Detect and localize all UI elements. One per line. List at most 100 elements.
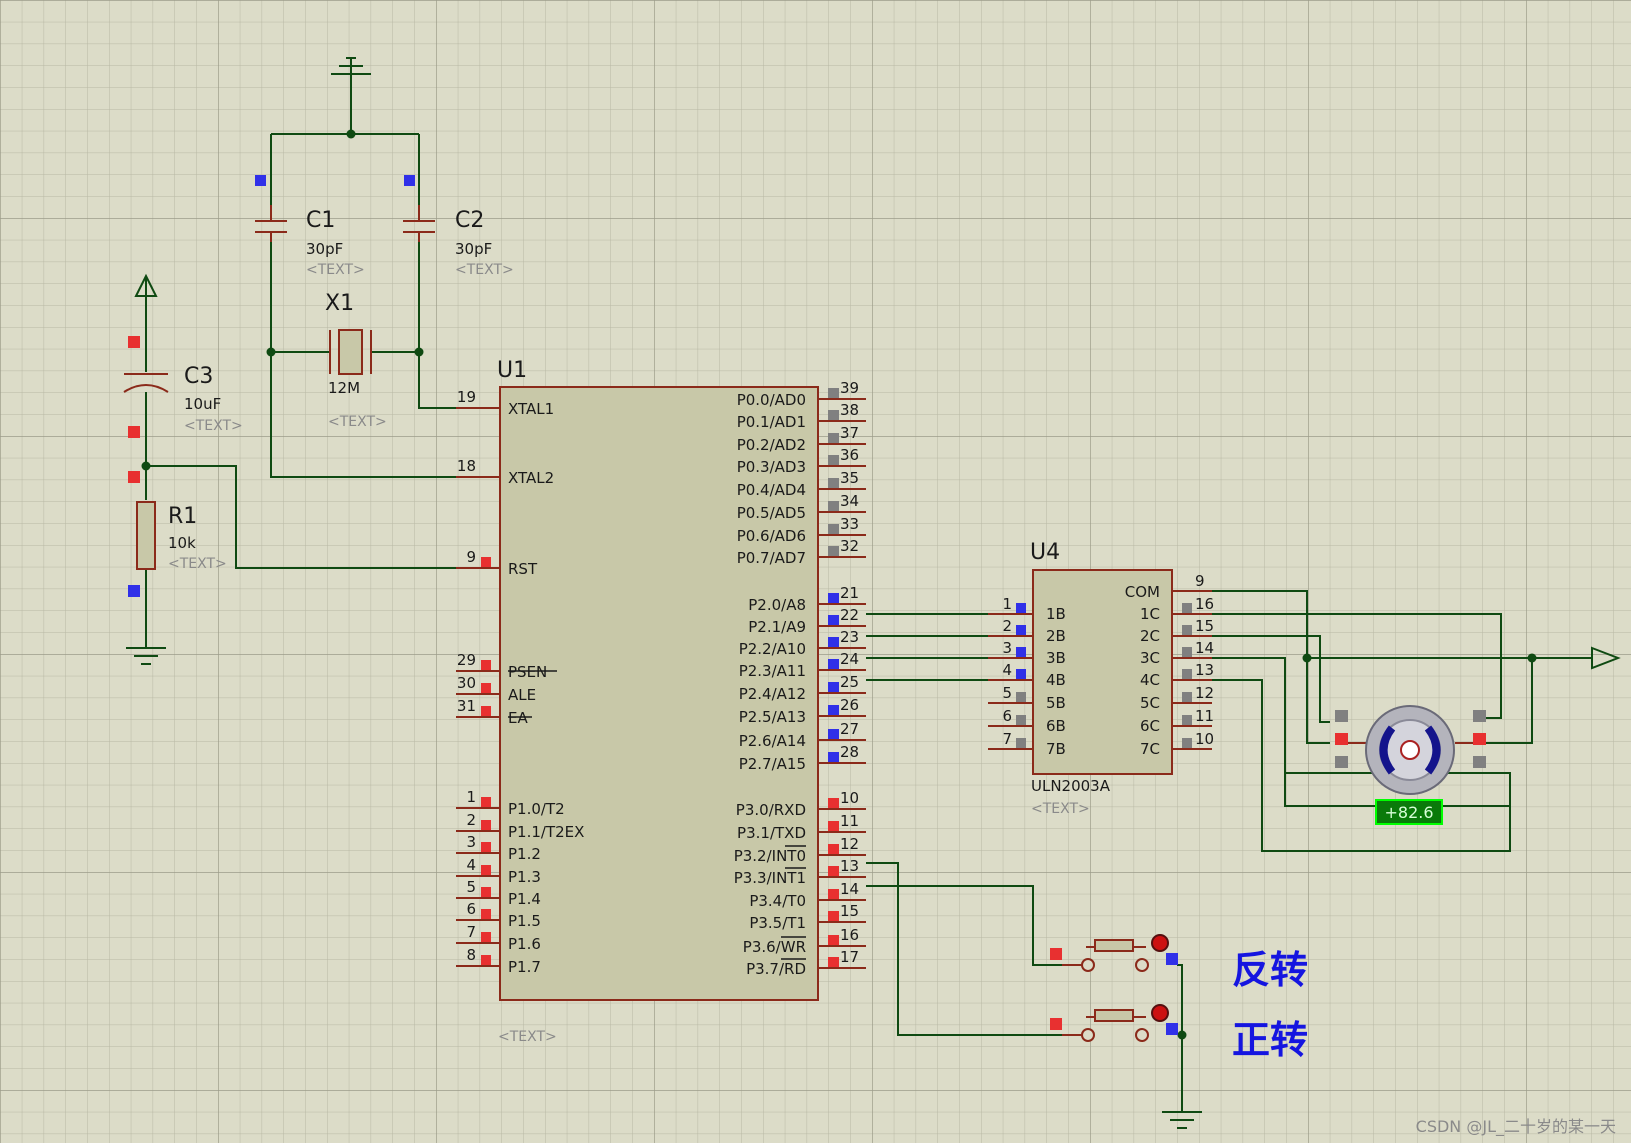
u4-pin-number: 1 (1002, 595, 1012, 613)
u1-pin-number: 11 (840, 812, 859, 830)
u1-pin-label: P3.3/INT1 (734, 869, 806, 887)
u4-pin-label: 3C (1140, 649, 1160, 667)
u4-pin-label: 2B (1046, 627, 1066, 645)
u1-pin-label: P0.7/AD7 (737, 549, 806, 567)
u1-pin-label: P1.3 (508, 868, 541, 886)
u4-text: <TEXT> (1031, 801, 1090, 817)
u1-pin-number: 22 (840, 606, 859, 624)
u1-pin-number: 38 (840, 401, 859, 419)
u4-pin-number: 9 (1195, 572, 1205, 590)
u4-pin-label: 3B (1046, 649, 1066, 667)
u1-pin-label: EA (508, 709, 528, 727)
c3-text: <TEXT> (184, 418, 243, 434)
u4-pin-label: 7B (1046, 740, 1066, 758)
c3-value: 10uF (184, 395, 221, 413)
schematic-canvas[interactable]: C1 30pF <TEXT> C2 30pF <TEXT> X1 12M <TE… (0, 0, 1631, 1143)
u1-pin-label: P2.2/A10 (739, 640, 806, 658)
x1-ref: X1 (325, 291, 354, 316)
u4-value: ULN2003A (1031, 777, 1111, 795)
u4-pin-number: 2 (1002, 617, 1012, 635)
u1-pin-number: 4 (466, 856, 476, 874)
u1-pin-number: 35 (840, 469, 859, 487)
u4-pin-number: 12 (1195, 684, 1214, 702)
u1-pin-number: 21 (840, 584, 859, 602)
u1-pin-number: 12 (840, 835, 859, 853)
u4-pin-label: 5C (1140, 694, 1160, 712)
u1-pin-label: P0.1/AD1 (737, 413, 806, 431)
u1-pin-label: P0.5/AD5 (737, 504, 806, 522)
c3-ref: C3 (184, 364, 213, 389)
u1-pin-label: P3.0/RXD (736, 801, 806, 819)
u1-pin-label: P1.7 (508, 958, 541, 976)
u1-pin-number: 17 (840, 948, 859, 966)
u1-pin-label: P1.1/T2EX (508, 823, 584, 841)
u1-pin-label: P3.2/INT0 (734, 847, 806, 865)
u1-pin-number: 24 (840, 650, 859, 668)
u1-pin-label: RST (508, 560, 538, 578)
u4-pin-number: 11 (1195, 707, 1214, 725)
u1-pin-number: 33 (840, 515, 859, 533)
u4-pin-number: 10 (1195, 730, 1214, 748)
u1-pin-number: 29 (457, 651, 476, 669)
u1-pin-number: 10 (840, 789, 859, 807)
u1-pin-label: P1.4 (508, 890, 541, 908)
u1-pin-label: P1.2 (508, 845, 541, 863)
u1-pin-number: 23 (840, 628, 859, 646)
u1-pin-number: 30 (457, 674, 476, 692)
forward-label: 正转 (1232, 1018, 1308, 1062)
u1-pin-label: XTAL1 (508, 400, 554, 418)
u1-pin-label: P2.5/A13 (739, 708, 806, 726)
u1-pin-label: P0.6/AD6 (737, 527, 806, 545)
u4-pin-label: COM (1125, 583, 1160, 601)
u1-pin-label: P2.0/A8 (748, 596, 806, 614)
u4-pin-label: 4B (1046, 671, 1066, 689)
u1-pin-number: 3 (466, 833, 476, 851)
u1-pin-number: 5 (466, 878, 476, 896)
microcontroller-u1[interactable]: U1 <TEXT> 19XTAL118XTAL29RST29PSEN30ALE3… (456, 358, 866, 1045)
u1-pin-number: 27 (840, 720, 859, 738)
u4-pin-label: 4C (1140, 671, 1160, 689)
u1-pin-label: P0.0/AD0 (737, 391, 806, 409)
u1-pin-number: 39 (840, 379, 859, 397)
u1-pin-label: P2.4/A12 (739, 685, 806, 703)
c2-value: 30pF (455, 240, 492, 258)
u4-pin-label: 1B (1046, 605, 1066, 623)
u1-text: <TEXT> (498, 1029, 557, 1045)
u1-pin-label: P3.4/T0 (749, 892, 806, 910)
r1-ref: R1 (168, 504, 197, 529)
reverse-label: 反转 (1232, 948, 1308, 992)
u1-pin-number: 8 (466, 946, 476, 964)
u1-ref: U1 (497, 358, 527, 383)
c1-text: <TEXT> (306, 262, 365, 278)
u1-pin-label: P3.5/T1 (749, 914, 806, 932)
u1-pin-label: P1.6 (508, 935, 541, 953)
u1-pin-number: 9 (466, 548, 476, 566)
u1-pin-number: 15 (840, 902, 859, 920)
u1-pin-number: 37 (840, 424, 859, 442)
u1-pin-label: P1.0/T2 (508, 800, 565, 818)
u1-pin-number: 31 (457, 697, 476, 715)
u1-pin-number: 6 (466, 900, 476, 918)
u1-pin-number: 19 (457, 388, 476, 406)
u4-ref: U4 (1030, 540, 1060, 565)
u1-pin-label: P2.1/A9 (748, 618, 806, 636)
u1-pin-number: 28 (840, 743, 859, 761)
u1-pin-label: P2.3/A11 (739, 662, 806, 680)
u1-pin-number: 32 (840, 537, 859, 555)
c2-ref: C2 (455, 208, 484, 233)
u4-pin-label: 1C (1140, 605, 1160, 623)
u4-pin-number: 5 (1002, 684, 1012, 702)
u1-pin-label: P2.7/A15 (739, 755, 806, 773)
u4-pin-number: 4 (1002, 661, 1012, 679)
u4-pin-number: 15 (1195, 617, 1214, 635)
c2-text: <TEXT> (455, 262, 514, 278)
u4-pin-label: 6C (1140, 717, 1160, 735)
watermark: CSDN @JL_二十岁的某一天 (1416, 1117, 1616, 1137)
motor-readout: +82.6 (1384, 803, 1433, 822)
u1-pin-number: 13 (840, 857, 859, 875)
u4-pin-label: 5B (1046, 694, 1066, 712)
u1-pin-number: 36 (840, 446, 859, 464)
u4-pin-number: 14 (1195, 639, 1214, 657)
u1-pin-number: 18 (457, 457, 476, 475)
u1-pin-number: 14 (840, 880, 859, 898)
